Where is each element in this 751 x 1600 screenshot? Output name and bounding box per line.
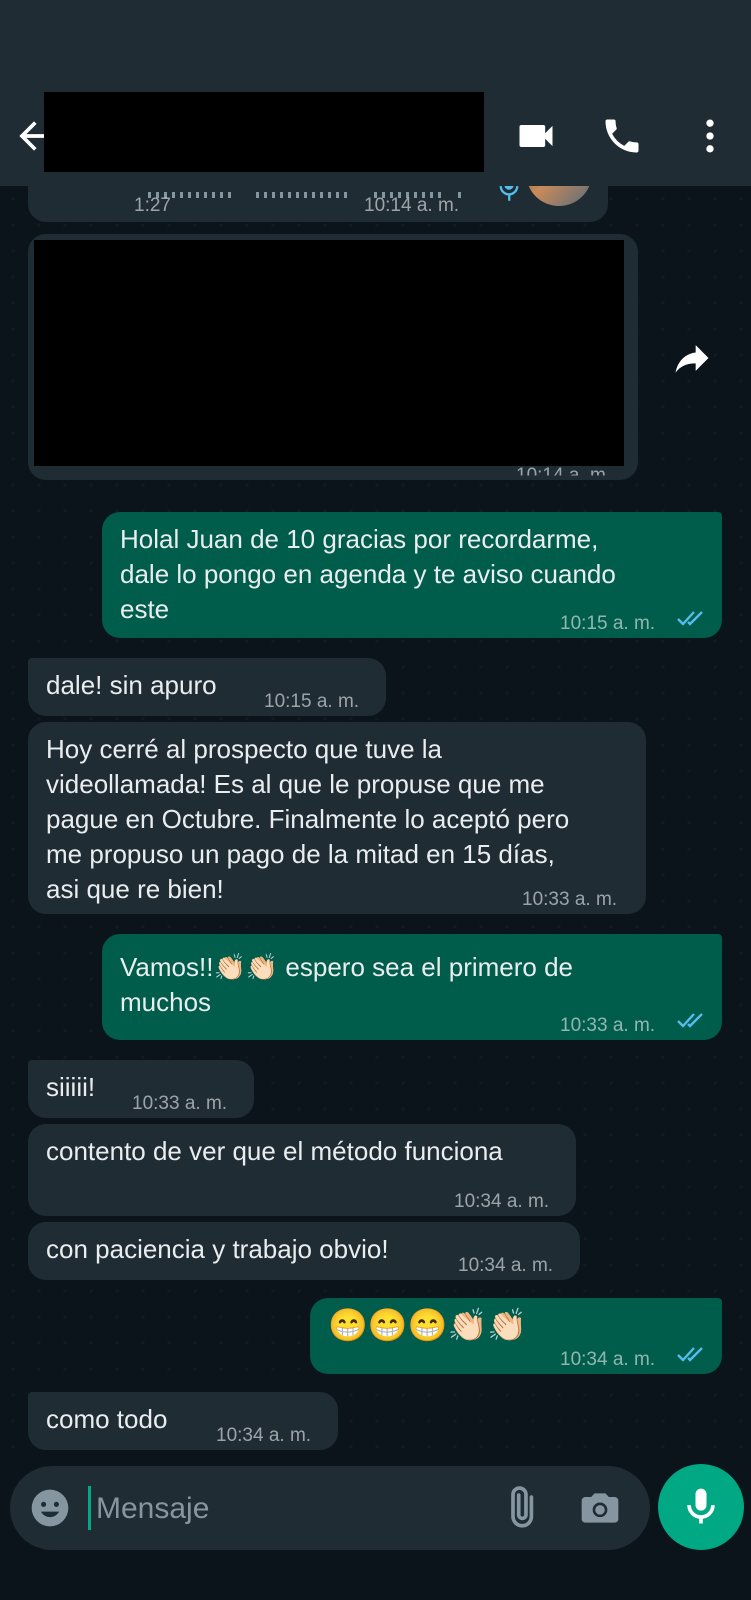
message-text-line: Vamos!!👏🏻👏🏻 espero sea el primero de [120, 952, 574, 982]
message-composer [10, 1466, 650, 1550]
message-time: 10:34 a. m. [458, 1255, 554, 1276]
message-text: con paciencia y trabajo obvio! [46, 1234, 389, 1264]
read-ticks-icon [677, 1013, 703, 1028]
message-text-line: videollamada! Es al que le propuse que m… [46, 769, 545, 799]
message-time: 10:34 a. m. [216, 1425, 312, 1446]
message-text: contento de ver que el método funciona [46, 1136, 503, 1166]
voice-record-button[interactable] [658, 1464, 744, 1550]
message-time: 10:14 a. m. [364, 195, 460, 216]
camera-button[interactable] [578, 1486, 622, 1530]
chat-header [0, 90, 751, 186]
message-text-line: dale lo pongo en agenda y te aviso cuand… [120, 559, 616, 589]
voice-call-button[interactable] [600, 114, 644, 158]
emoji-icon [31, 1489, 69, 1527]
outgoing-message-bubble[interactable]: 😁😁😁👏🏻👏🏻 10:34 a. m. [310, 1298, 722, 1374]
incoming-message-bubble[interactable]: siiiii! 10:33 a. m. [28, 1060, 254, 1118]
message-input[interactable] [88, 1482, 518, 1536]
outgoing-message-bubble[interactable]: Vamos!!👏🏻👏🏻 espero sea el primero de muc… [102, 934, 722, 1040]
camera-icon [581, 1493, 619, 1523]
message-time: 10:33 a. m. [522, 889, 618, 910]
more-vertical-icon [706, 119, 714, 153]
avatar[interactable] [526, 186, 592, 206]
message-text-line: pague en Octubre. Finalmente lo aceptó p… [46, 804, 570, 834]
status-bar [0, 0, 751, 90]
message-text: como todo [46, 1404, 168, 1434]
microphone-icon [499, 186, 519, 201]
menu-button[interactable] [688, 114, 732, 158]
system-nav-bar [0, 1560, 751, 1600]
incoming-message-bubble[interactable]: contento de ver que el método funciona 1… [28, 1124, 576, 1216]
video-camera-icon [519, 125, 553, 147]
message-time: 10:14 a. m. [516, 465, 612, 486]
message-text: siiiii! [46, 1072, 96, 1102]
message-time: 10:33 a. m. [560, 1015, 656, 1036]
paperclip-icon [511, 1486, 534, 1528]
forward-icon [675, 345, 709, 373]
message-time: 10:34 a. m. [560, 1349, 656, 1370]
message-time: 10:33 a. m. [132, 1093, 228, 1114]
message-text-line: Hoy cerré al prospecto que tuve la [46, 734, 442, 764]
media-redacted[interactable] [34, 240, 624, 466]
message-text-line: Holal Juan de 10 gracias por recordarme, [120, 524, 599, 554]
message-time: 10:34 a. m. [454, 1191, 550, 1212]
attach-button[interactable] [498, 1486, 542, 1530]
incoming-message-bubble[interactable]: como todo 10:34 a. m. [28, 1392, 338, 1450]
media-message-bubble[interactable]: 10:14 a. m. [28, 234, 638, 480]
read-ticks-icon [677, 611, 703, 626]
contact-name-redacted[interactable] [44, 92, 484, 172]
incoming-message-bubble[interactable]: dale! sin apuro 10:15 a. m. [28, 658, 386, 716]
incoming-message-bubble[interactable]: Hoy cerré al prospecto que tuve la video… [28, 722, 646, 914]
message-list[interactable]: 1:27 10:14 a. m. 10:14 a. m. Holal Juan … [0, 186, 751, 1462]
message-text-line: me propuso un pago de la mitad en 15 día… [46, 839, 555, 869]
voice-duration: 1:27 [134, 195, 171, 216]
incoming-message-bubble[interactable]: con paciencia y trabajo obvio! 10:34 a. … [28, 1222, 580, 1280]
message-text: dale! sin apuro [46, 670, 217, 700]
microphone-icon [687, 1488, 715, 1524]
phone-icon [605, 119, 639, 153]
forward-button[interactable] [670, 336, 714, 380]
outgoing-message-bubble[interactable]: Holal Juan de 10 gracias por recordarme,… [102, 512, 722, 638]
read-ticks-icon [677, 1347, 703, 1362]
video-call-button[interactable] [514, 114, 558, 158]
voice-message-bubble[interactable]: 1:27 10:14 a. m. [28, 186, 608, 222]
emoji-button[interactable] [28, 1486, 72, 1530]
message-text: 😁😁😁👏🏻👏🏻 [328, 1307, 528, 1343]
message-time: 10:15 a. m. [560, 613, 656, 634]
message-time: 10:15 a. m. [264, 691, 360, 712]
